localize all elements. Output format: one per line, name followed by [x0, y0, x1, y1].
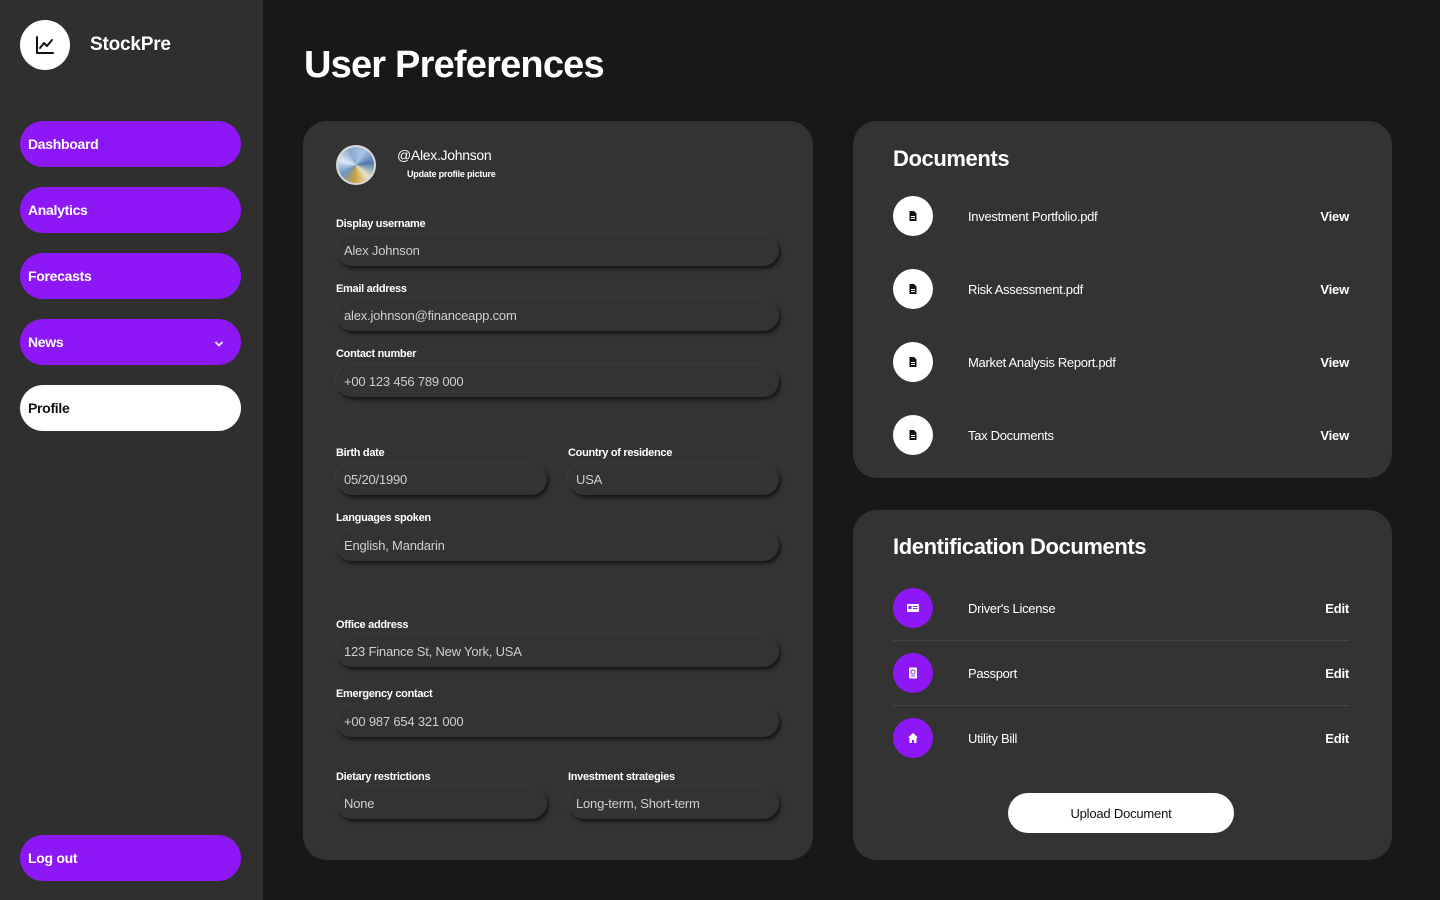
sidebar-item-label: News — [28, 334, 64, 350]
logout-label: Log out — [28, 850, 78, 866]
document-name: Utility Bill — [968, 730, 1018, 746]
list-item: Utility Bill Edit — [893, 718, 1349, 758]
file-icon — [893, 415, 933, 455]
document-name: Driver's License — [968, 600, 1056, 616]
sidebar-item-analytics[interactable]: Analytics — [20, 187, 241, 233]
app-name: StockPre — [90, 34, 171, 55]
sidebar-item-dashboard[interactable]: Dashboard — [20, 121, 241, 167]
edit-button[interactable]: Edit — [1325, 731, 1349, 746]
sidebar-item-label: Analytics — [28, 202, 88, 218]
languages-field[interactable]: English, Mandarin — [336, 529, 779, 561]
profile-card: @Alex.Johnson Update profile picture Dis… — [303, 121, 813, 860]
languages-label: Languages spoken — [336, 512, 431, 524]
dietary-label: Dietary restrictions — [336, 771, 431, 783]
list-item: Risk Assessment.pdf View — [893, 269, 1349, 309]
sidebar-item-profile[interactable]: Profile — [20, 385, 241, 431]
investment-label: Investment strategies — [568, 771, 675, 783]
id-card-icon — [893, 588, 933, 628]
profile-handle: @Alex.Johnson — [397, 147, 492, 163]
divider — [893, 640, 1349, 641]
email-field[interactable]: alex.johnson@financeapp.com — [336, 299, 779, 331]
birth-date-label: Birth date — [336, 447, 385, 459]
sidebar-item-label: Dashboard — [28, 136, 99, 152]
list-item: Investment Portfolio.pdf View — [893, 196, 1349, 236]
file-icon — [893, 196, 933, 236]
file-icon — [893, 269, 933, 309]
identification-title: Identification Documents — [893, 534, 1147, 559]
list-item: Passport Edit — [893, 653, 1349, 693]
list-item: Market Analysis Report.pdf View — [893, 342, 1349, 382]
document-name: Investment Portfolio.pdf — [968, 208, 1098, 224]
update-profile-picture-link[interactable]: Update profile picture — [407, 169, 496, 179]
emergency-contact-label: Emergency contact — [336, 688, 433, 700]
document-name: Tax Documents — [968, 427, 1054, 443]
document-name: Market Analysis Report.pdf — [968, 354, 1116, 370]
sidebar-item-label: Profile — [28, 400, 70, 416]
investment-field[interactable]: Long-term, Short-term — [568, 787, 779, 819]
logout-button[interactable]: Log out — [20, 835, 241, 881]
sidebar-item-news[interactable]: News — [20, 319, 241, 365]
view-button[interactable]: View — [1320, 282, 1349, 297]
brand[interactable]: StockPre — [20, 20, 171, 70]
documents-card: Documents Investment Portfolio.pdf View … — [853, 121, 1392, 478]
country-field[interactable]: USA — [568, 463, 779, 495]
country-label: Country of residence — [568, 447, 673, 459]
identification-card: Identification Documents Driver's Licens… — [853, 510, 1392, 860]
sidebar: StockPre Dashboard Analytics Forecasts N… — [0, 0, 263, 900]
contact-label: Contact number — [336, 348, 417, 360]
display-username-field[interactable]: Alex Johnson — [336, 234, 779, 266]
emergency-contact-field[interactable]: +00 987 654 321 000 — [336, 705, 779, 737]
home-icon — [893, 718, 933, 758]
view-button[interactable]: View — [1320, 355, 1349, 370]
file-icon — [893, 342, 933, 382]
office-address-field[interactable]: 123 Finance St, New York, USA — [336, 635, 779, 667]
email-label: Email address — [336, 283, 407, 295]
edit-button[interactable]: Edit — [1325, 601, 1349, 616]
edit-button[interactable]: Edit — [1325, 666, 1349, 681]
sidebar-item-forecasts[interactable]: Forecasts — [20, 253, 241, 299]
view-button[interactable]: View — [1320, 209, 1349, 224]
documents-title: Documents — [893, 146, 1010, 171]
chevron-down-icon — [214, 336, 224, 352]
document-name: Risk Assessment.pdf — [968, 281, 1083, 297]
birth-date-field[interactable]: 05/20/1990 — [336, 463, 547, 495]
document-name: Passport — [968, 665, 1017, 681]
chart-line-icon — [20, 20, 70, 70]
dietary-field[interactable]: None — [336, 787, 547, 819]
upload-document-button[interactable]: Upload Document — [1008, 793, 1234, 833]
avatar[interactable] — [336, 145, 376, 185]
view-button[interactable]: View — [1320, 428, 1349, 443]
display-username-label: Display username — [336, 218, 426, 230]
passport-icon — [893, 653, 933, 693]
page-title: User Preferences — [304, 44, 605, 86]
contact-field[interactable]: +00 123 456 789 000 — [336, 365, 779, 397]
sidebar-item-label: Forecasts — [28, 268, 92, 284]
office-address-label: Office address — [336, 619, 409, 631]
list-item: Driver's License Edit — [893, 588, 1349, 628]
divider — [893, 705, 1349, 706]
list-item: Tax Documents View — [893, 415, 1349, 455]
